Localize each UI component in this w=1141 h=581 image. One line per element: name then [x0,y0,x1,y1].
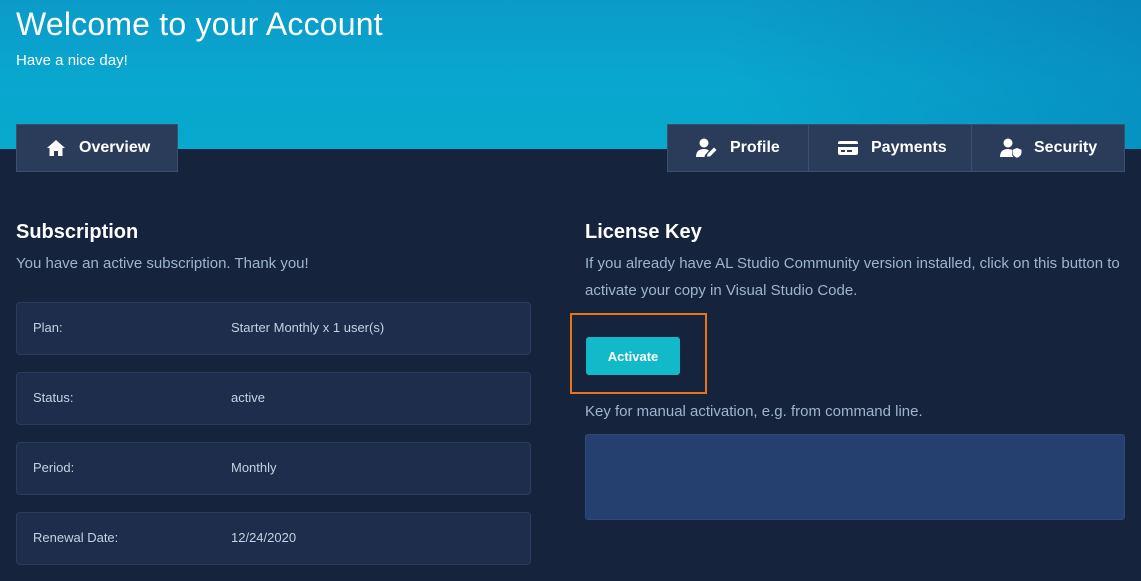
license-description: If you already have AL Studio Community … [585,255,1120,299]
tab-label: Profile [730,139,780,156]
tab-label: Payments [871,139,947,156]
user-shield-icon [1000,138,1022,158]
subscription-row-plan: Plan: Starter Monthly x 1 user(s) [16,302,531,355]
subscription-row-period: Period: Monthly [16,442,531,495]
row-label: Plan: [33,320,63,335]
tab-overview[interactable]: Overview [16,124,178,172]
home-icon [45,138,67,158]
license-title: License Key [585,221,702,243]
user-edit-icon [696,138,718,158]
tab-security[interactable]: Security [971,124,1125,172]
subscription-row-status: Status: active [16,372,531,425]
manual-activation-hint: Key for manual activation, e.g. from com… [585,403,923,420]
page-subtitle: Have a nice day! [16,52,128,69]
row-label: Period: [33,460,75,475]
row-value: active [231,390,265,405]
row-label: Status: [33,390,74,405]
row-value: 12/24/2020 [231,530,297,545]
subscription-title: Subscription [16,221,139,243]
license-key-field[interactable] [585,434,1125,520]
row-value: Starter Monthly x 1 user(s) [231,320,385,335]
credit-card-icon [837,138,859,158]
tab-label: Overview [79,139,151,156]
row-label: Renewal Date: [33,530,119,545]
tab-profile[interactable]: Profile [667,124,809,172]
subscription-row-renewal-date: Renewal Date: 12/24/2020 [16,512,531,565]
page-title: Welcome to your Account [16,6,383,42]
activate-button[interactable]: Activate [586,337,680,375]
subscription-message: You have an active subscription. Thank y… [16,255,309,272]
tab-payments[interactable]: Payments [808,124,972,172]
tab-label: Security [1034,139,1098,156]
row-value: Monthly [231,460,277,475]
